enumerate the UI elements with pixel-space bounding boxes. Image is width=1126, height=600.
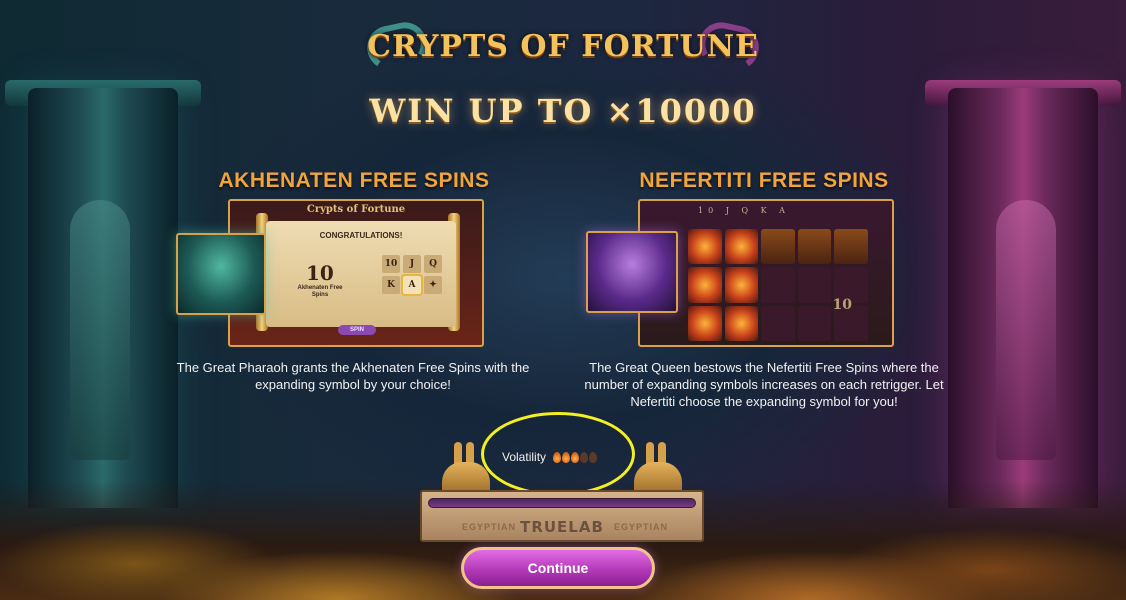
- nefertiti-description: The Great Queen bestows the Nefertiti Fr…: [584, 360, 944, 409]
- volatility-highlight-ring: [481, 412, 635, 496]
- reel-cell-fire: [724, 229, 759, 265]
- reel-cell-fire: [688, 305, 722, 341]
- game-logo: CRYPTS OF FORTUNE: [363, 18, 763, 74]
- preview-symbol: 10: [382, 255, 400, 273]
- reel-cell: [761, 305, 795, 341]
- preview-won-count: 10: [306, 261, 334, 285]
- preview-congrats-heading: CONGRATULATIONS!: [319, 231, 403, 240]
- akhenaten-description: The Great Pharaoh grants the Akhenaten F…: [176, 360, 530, 392]
- nefertiti-feature-title: NEFERTITI FREE SPINS: [639, 169, 889, 192]
- preview-symbol: ✦: [424, 276, 442, 294]
- reel-cell: [797, 305, 832, 341]
- pedestal: EGYPTIAN TRUELAB EGYPTIAN: [420, 490, 704, 542]
- preview-symbol: K: [382, 276, 400, 294]
- reel-cell-fire: [688, 229, 722, 265]
- preview-symbol: Q: [424, 255, 442, 273]
- preview-scroll: CONGRATULATIONS! 10 Akhenaten Free Spins…: [266, 221, 456, 327]
- reel-cell: [797, 229, 832, 265]
- game-title: CRYPTS OF FORTUNE: [367, 28, 759, 64]
- reel-cell: [797, 267, 832, 303]
- max-win-headline: WIN UP TO ×10000: [369, 92, 757, 130]
- preview-symbol-selected: A: [401, 274, 423, 296]
- reel-cell-fire: [724, 267, 759, 303]
- preview-won-label: Akhenaten Free Spins: [297, 285, 343, 298]
- preview-symbol-grid: 10 J Q K A ✦: [382, 255, 444, 296]
- akhenaten-preview: Crypts of Fortune CONGRATULATIONS! 10 Ak…: [228, 199, 484, 347]
- reel-cell-fire: [724, 305, 759, 341]
- preview-symbol: J: [403, 255, 421, 273]
- preview-paytable-symbols: 10 J Q K A: [698, 206, 790, 215]
- akhenaten-feature-title: AKHENATEN FREE SPINS: [218, 169, 490, 192]
- continue-button[interactable]: Continue: [461, 547, 655, 589]
- nefertiti-portrait: [586, 231, 678, 313]
- reel-cell: [834, 229, 868, 265]
- preview-spin-button: SPIN: [338, 325, 376, 335]
- reel-cell-fire: [688, 267, 722, 303]
- reel-cell: [761, 267, 795, 303]
- pharaoh-portrait: [176, 233, 266, 315]
- preview-reels: [688, 229, 868, 341]
- pedestal-mark-right: EGYPTIAN: [613, 522, 668, 532]
- preview-logo: Crypts of Fortune: [306, 204, 406, 215]
- reel-cell: [761, 229, 795, 265]
- left-pillar-relief: [70, 200, 130, 460]
- right-pillar-relief: [996, 200, 1056, 460]
- preview-reel-number: 10: [832, 297, 852, 313]
- loading-bar: [428, 498, 696, 508]
